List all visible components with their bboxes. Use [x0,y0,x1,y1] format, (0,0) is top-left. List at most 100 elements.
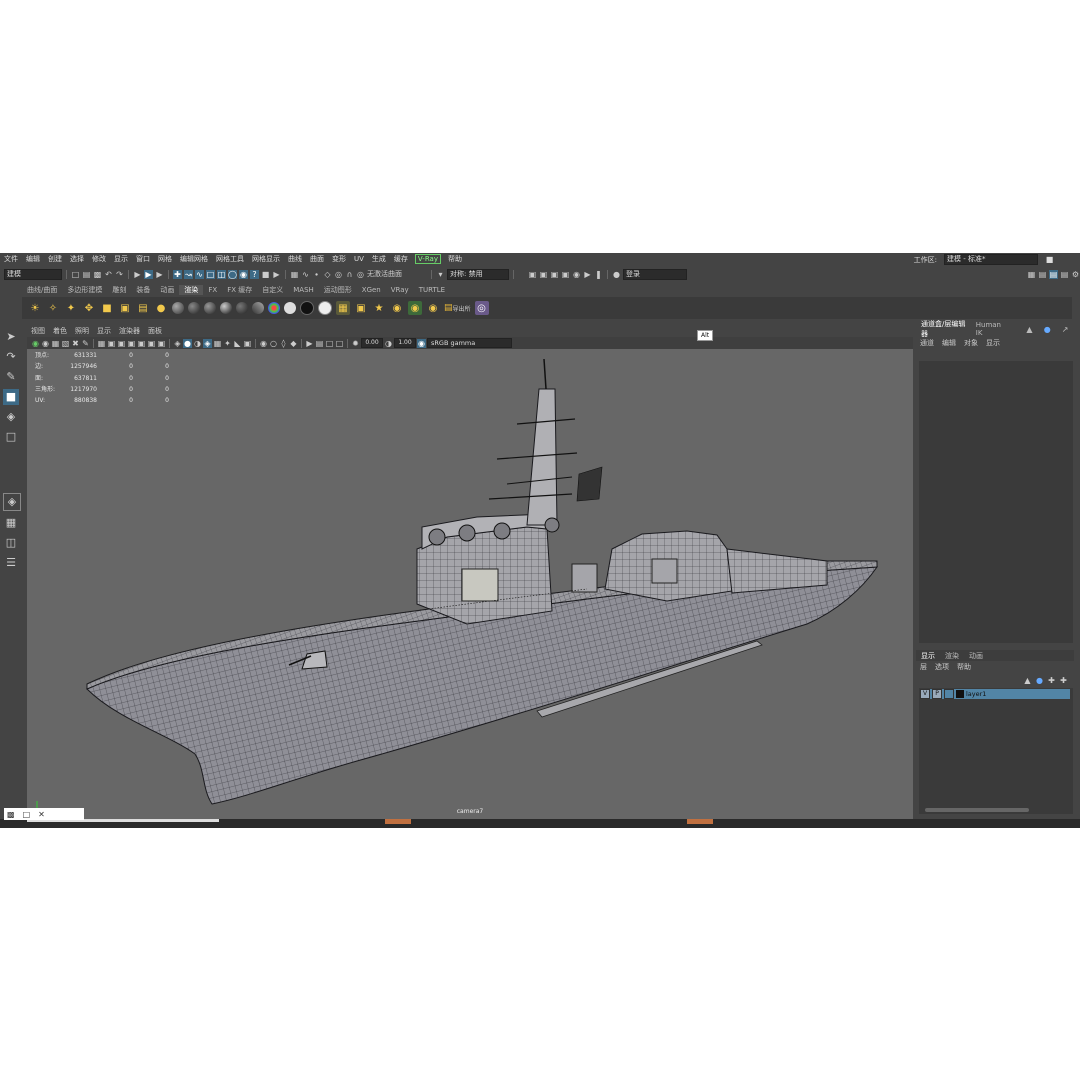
turtle-icon[interactable]: ◉ [426,301,440,315]
undo-icon[interactable]: ↶ [104,270,113,279]
layer-playback-toggle[interactable]: P [932,689,942,699]
redo-icon[interactable]: ↷ [115,270,124,279]
shelf-tab-fx-caching[interactable]: FX 缓存 [222,285,257,295]
gamma-field[interactable]: 1.00 [394,338,416,348]
xray-icon[interactable]: ◉ [259,339,268,348]
render-layer-icon[interactable]: ▣ [354,301,368,315]
select-by-rendering-icon[interactable]: ◉ [239,269,248,279]
hypershade-icon[interactable]: ◉ [572,270,581,279]
save-scene-icon[interactable]: ▩ [93,270,102,279]
two-d-pan-icon[interactable]: ✖ [71,339,80,348]
select-object-icon[interactable]: ▶ [144,269,153,279]
ambient-light-icon[interactable]: ✦ [64,301,78,315]
light-editor-icon[interactable]: ▤ [136,301,150,315]
select-component-icon[interactable]: ▶ [155,270,164,279]
menu-modify[interactable]: 修改 [88,254,110,264]
grid-icon[interactable]: ▦ [97,339,106,348]
motion-blur-icon[interactable]: ◆ [289,339,298,348]
select-by-deformation-icon[interactable]: ◫ [217,269,226,279]
area-light-icon[interactable]: ■ [100,301,114,315]
menu-curves[interactable]: 曲线 [284,254,306,264]
directional-light-icon[interactable]: ✧ [46,301,60,315]
phong-material-icon[interactable] [204,302,216,314]
menuset-dropdown[interactable]: 建模 [4,268,62,280]
color-management-icon[interactable]: ◉ [417,338,426,348]
menu-cache[interactable]: 缓存 [390,254,412,264]
textured-icon[interactable]: ▦ [213,339,222,348]
viewport-menu-shading[interactable]: 着色 [49,326,71,336]
attribute-editor-icon[interactable]: ▤ [1038,270,1047,279]
hierarchy-icon[interactable]: ▲ [1020,325,1038,334]
menu-generate[interactable]: 生成 [368,254,390,264]
layer-scrollbar[interactable] [925,808,1029,812]
shelf-tab-mash[interactable]: MASH [288,286,319,294]
pin-icon[interactable]: ↗ [1056,325,1074,334]
camera-select-icon[interactable]: ◉ [31,339,40,348]
menu-surfaces[interactable]: 曲面 [306,254,328,264]
viewport-menu-panels[interactable]: 面板 [144,326,166,336]
channel-menu-edit[interactable]: 编辑 [938,338,960,348]
snap-live-icon[interactable]: ◎ [334,270,343,279]
layer-row[interactable]: V P layer1 [920,689,1070,699]
tab-human-ik[interactable]: Human IK [971,321,1011,337]
shelf-tab-curves[interactable]: 曲线/曲面 [22,285,62,295]
safe-title-icon[interactable]: ▣ [157,339,166,348]
exposure-field[interactable]: 0.00 [361,338,383,348]
channel-menu-object[interactable]: 对象 [960,338,982,348]
settings-icon[interactable]: ⚙ [1071,270,1080,279]
standard-surface-icon[interactable] [220,302,232,314]
tab-channel-box[interactable]: 通道盒/层编辑器 [916,319,971,339]
layer-visibility-toggle[interactable]: V [920,689,930,699]
close-icon[interactable]: ✕ [38,810,45,819]
select-by-misc-icon[interactable]: ? [250,269,259,279]
screen-space-icon[interactable]: □ [335,339,344,348]
ship-wireframe-model[interactable] [27,349,913,819]
shelf-tab-vray[interactable]: VRay [386,286,414,294]
select-by-surface-icon[interactable]: □ [206,269,215,279]
safe-action-icon[interactable]: ▣ [147,339,156,348]
toon-shader-icon[interactable] [252,302,264,314]
menu-windows[interactable]: 窗口 [132,254,154,264]
volume-light-icon[interactable]: ▣ [118,301,132,315]
maximize-icon[interactable]: □ [23,810,31,819]
render-current-icon[interactable]: ▣ [539,270,548,279]
grease-pencil-icon[interactable]: ✎ [81,339,90,348]
new-scene-icon[interactable]: □ [71,270,80,279]
layer-menu-help[interactable]: 帮助 [953,662,975,672]
viewport-menu-show[interactable]: 显示 [93,326,115,336]
pause-icon[interactable]: ❚ [594,270,603,279]
snap-view-plane-icon[interactable]: ◇ [323,270,332,279]
layer-color-swatch[interactable] [956,690,964,698]
snap-point-icon[interactable]: ∙ [312,270,321,279]
outliner-layout-icon[interactable]: ☰ [3,555,19,571]
tab-render-layers[interactable]: 渲染 [940,651,964,661]
vray-light-icon[interactable]: ● [154,301,168,315]
shelf-tab-rigging[interactable]: 装备 [131,285,155,295]
bake-icon[interactable]: ◉ [390,301,404,315]
highlight-selection-icon[interactable]: ▶ [272,270,281,279]
menu-mesh-display[interactable]: 网格显示 [248,254,284,264]
render-pass-icon[interactable]: ★ [372,301,386,315]
multisample-icon[interactable]: ▶ [305,339,314,348]
select-by-joint-icon[interactable]: ↝ [184,269,193,279]
wireframe-icon[interactable]: ◈ [173,339,182,348]
smooth-shade-icon[interactable]: ● [183,338,192,348]
spot-light-icon[interactable]: ✥ [82,301,96,315]
gate-mask-icon[interactable]: ▣ [127,339,136,348]
shelf-tab-custom[interactable]: 自定义 [257,285,288,295]
layer-name[interactable]: layer1 [966,690,986,698]
shelf-tab-rendering[interactable]: 渲染 [179,285,204,295]
lights-icon[interactable]: ✦ [223,339,232,348]
hud-icon[interactable]: □ [325,339,334,348]
symmetry-dropdown[interactable]: 对称: 禁用 [447,268,509,280]
new-layer-selected-icon[interactable]: ✚ [1059,676,1068,685]
login-dropdown[interactable]: 登录 [623,268,687,280]
viewport-menu-view[interactable]: 视图 [27,326,49,336]
film-gate-icon[interactable]: ▣ [107,339,116,348]
shelf-tab-xgen[interactable]: XGen [357,286,386,294]
shadows-icon[interactable]: ◣ [233,339,242,348]
point-light-icon[interactable]: ☀ [28,301,42,315]
wireframe-on-shaded-icon[interactable]: ◈ [203,338,212,348]
layer-menu-layers[interactable]: 层 [916,662,931,672]
snap-grid-icon[interactable]: ▦ [290,270,299,279]
